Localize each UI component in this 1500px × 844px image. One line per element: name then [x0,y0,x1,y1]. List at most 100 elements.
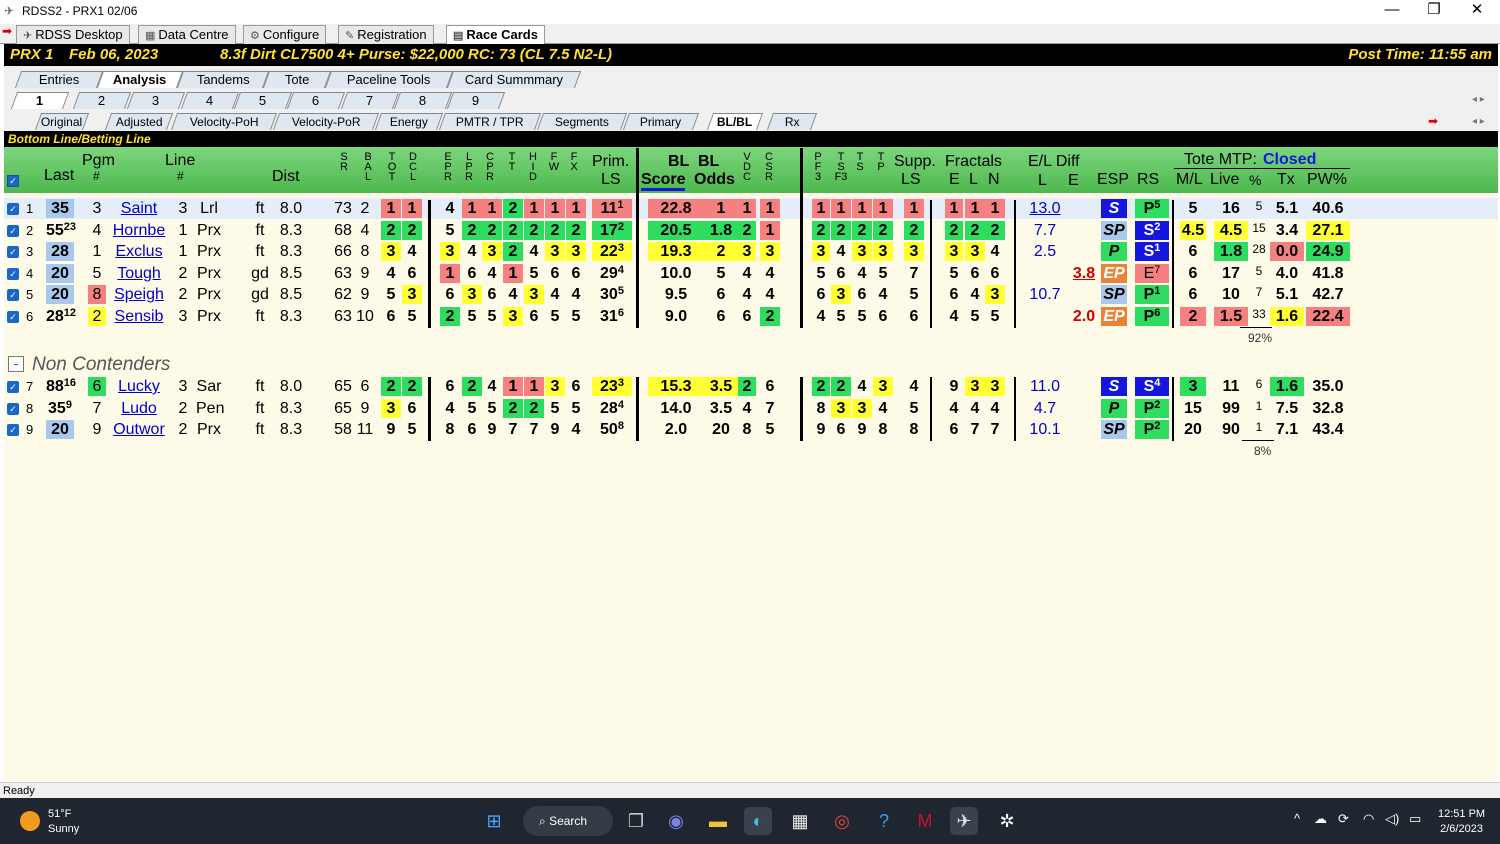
row-checkbox[interactable]: ✓ [7,381,19,393]
cell-elL[interactable]: 2.5 [1023,242,1067,261]
tab-race-2[interactable]: 2 [72,92,132,109]
cell-name[interactable]: Lucky [110,377,168,396]
cell-name[interactable]: Saint [110,199,168,218]
taskbar-search[interactable]: ⌕ Search [523,806,613,836]
tab-race-8[interactable]: 8 [393,92,453,109]
cell-elE[interactable] [1067,242,1101,261]
cell-elE[interactable] [1067,399,1101,418]
table-row[interactable]: ✓ 7 8816 6 Lucky 3 Sar ft 8.0 65 6 2 2 6 2 4 1 1 3 6 233 15.… [4,376,1498,397]
tab-card-summary[interactable]: Card Summmary [446,71,582,88]
tab-race-7[interactable]: 7 [340,92,400,109]
cell-elE[interactable]: 3.8 [1067,264,1101,283]
cell-name[interactable]: Tough [110,264,168,283]
tab-configure[interactable]: ⚙ Configure [243,25,327,44]
sync-icon[interactable]: ⟳ [1338,811,1349,827]
tab-race-cards[interactable]: ▤ Race Cards [446,25,545,45]
tab-tandems[interactable]: Tandems [176,71,270,88]
cell-elL[interactable]: 4.7 [1023,399,1067,418]
cell-elL[interactable]: 10.7 [1023,285,1067,304]
chrome-icon[interactable]: ◎ [828,807,856,835]
cell-name[interactable]: Outwor [110,420,168,439]
tab-velocity-por[interactable]: Velocity-PoR [272,113,380,130]
cell-elL[interactable]: 13.0 [1023,199,1067,218]
row-checkbox[interactable]: ✓ [7,289,19,301]
tab-energy[interactable]: Energy [374,113,444,130]
cell-elL[interactable] [1023,307,1067,326]
tab-bl-bl[interactable]: BL/BL [706,113,764,130]
row-checkbox[interactable]: ✓ [7,203,19,215]
tab-race-4[interactable]: 4 [180,92,240,109]
mcafee-icon[interactable]: M [911,807,939,835]
table-row[interactable]: ✓ 6 2812 2 Sensib 3 Prx ft 8.3 63 10 6 5 2 5 5 3 6 5 5 316 9.… [4,306,1498,327]
cell-elE[interactable] [1067,377,1101,396]
table-row[interactable]: ✓ 2 5523 4 Hornbe 1 Prx ft 8.3 68 4 2 2 5 2 2 2 2 2 2 172 20.… [4,220,1498,241]
cell-name[interactable]: Hornbe [110,221,168,240]
weather-sun-icon[interactable] [20,811,40,831]
start-icon[interactable]: ⊞ [480,807,508,835]
cell-elE[interactable] [1067,221,1101,240]
close-button[interactable]: ✕ [1455,0,1499,22]
cell-name[interactable]: Sensib [110,307,168,326]
row-checkbox[interactable]: ✓ [7,424,19,436]
tab-rx[interactable]: Rx [766,113,818,130]
cell-elE[interactable] [1067,199,1101,218]
tab-primary[interactable]: Primary [622,113,700,130]
tab-data-centre[interactable]: ▦ Data Centre [138,25,236,44]
tab-segments[interactable]: Segments [536,113,628,130]
tab-race-6[interactable]: 6 [286,92,346,109]
cell-elE[interactable]: 2.0 [1067,307,1101,326]
tab-original[interactable]: Original [34,113,90,130]
tab-entries[interactable]: Entries [14,71,104,88]
cell-elL[interactable]: 7.7 [1023,221,1067,240]
file-explorer-icon[interactable]: ▬ [704,807,732,835]
minimize-button[interactable]: — [1370,0,1414,22]
tab-rdss-desktop[interactable]: ✈ RDSS Desktop [16,25,130,44]
row-checkbox[interactable]: ✓ [7,246,19,258]
tab-pmtr-tpr[interactable]: PMTR / TPR [438,113,542,130]
select-all-checkbox[interactable]: ✓ [7,175,19,187]
view-tabs-scroll-icon[interactable]: ◂ ▸ [1472,116,1485,127]
tab-paceline-tools[interactable]: Paceline Tools [324,71,454,88]
store-icon[interactable]: ▦ [786,807,814,835]
rdss-app-icon[interactable]: ✈ [950,807,978,835]
row-checkbox[interactable]: ✓ [7,402,19,415]
tab-tote[interactable]: Tote [262,71,332,88]
volume-icon[interactable]: ◁) [1385,811,1399,827]
chat-icon[interactable]: ◉ [662,807,690,835]
tab-race-3[interactable]: 3 [126,92,186,109]
tab-registration[interactable]: ✎ Registration [338,25,434,44]
col-score[interactable]: Score [641,172,686,191]
edge-icon[interactable]: ◐ [744,807,772,835]
cell-name[interactable]: Exclus [110,242,168,261]
cell-elE[interactable] [1067,420,1101,439]
onedrive-icon[interactable]: ☁ [1314,811,1327,827]
cell-elE[interactable] [1067,285,1101,304]
openai-icon[interactable]: ✲ [993,807,1021,835]
tab-race-9[interactable]: 9 [446,92,506,109]
help-icon[interactable]: ? [870,807,898,835]
task-view-icon[interactable]: ❐ [622,807,650,835]
table-row[interactable]: ✓ 8 359 7 Ludo 2 Pen ft 8.3 65 9 3 6 4 5 5 2 2 5 5 284 14.0 3… [4,398,1498,419]
battery-icon[interactable]: ▭ [1409,811,1421,827]
row-checkbox[interactable]: ✓ [7,224,19,237]
cell-name[interactable]: Speigh [110,285,168,304]
back-arrow-icon[interactable]: ➡ [2,24,12,38]
wifi-icon[interactable]: ◠ [1363,811,1374,827]
row-checkbox[interactable]: ✓ [7,310,19,323]
row-checkbox[interactable]: ✓ [7,267,19,280]
tray-expand-icon[interactable]: ^ [1294,811,1300,826]
collapse-toggle[interactable]: - [8,356,24,372]
tab-analysis[interactable]: Analysis [96,71,184,88]
cell-elL[interactable]: 11.0 [1023,377,1067,396]
table-row[interactable]: ✓ 9 20 9 Outwor 2 Prx ft 8.3 58 11 9 5 8 6 9 7 7 9 4 508 2.0 2… [4,419,1498,440]
table-row[interactable]: ✓ 1 35 3 Saint 3 Lrl ft 8.0 73 2 1 1 4 1 1 2 1 1 1 111 22.8 1… [4,198,1498,219]
race-tabs-scroll-icon[interactable]: ◂ ▸ [1472,94,1485,105]
tab-velocity-poh[interactable]: Velocity-PoH [170,113,278,130]
tab-race-1[interactable]: 1 [10,92,70,109]
cell-name[interactable]: Ludo [110,399,168,418]
table-row[interactable]: ✓ 5 20 8 Speigh 2 Prx gd 8.5 62 9 5 3 6 3 6 4 3 4 4 305 9.5 6 4… [4,284,1498,305]
maximize-button[interactable]: ❐ [1412,0,1456,22]
tab-race-5[interactable]: 5 [233,92,293,109]
tab-adjusted[interactable]: Adjusted [104,113,174,130]
table-row[interactable]: ✓ 4 20 5 Tough 2 Prx gd 8.5 63 9 4 6 1 6 4 1 5 6 6 294 10.0 5… [4,263,1498,284]
